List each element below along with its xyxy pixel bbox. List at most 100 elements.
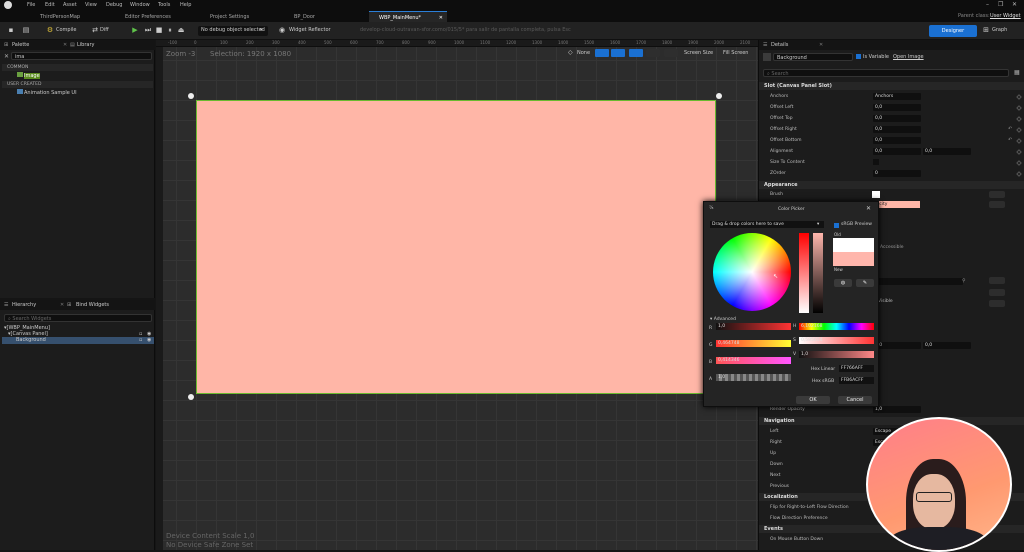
alignment-x-field[interactable]: 0,0 [873,148,921,155]
menu-edit[interactable]: Edit [45,2,55,8]
fill-screen-dropdown[interactable]: Fill Screen [723,50,748,56]
anchor-handle-bottom-left[interactable] [188,394,194,400]
saturation-slider[interactable] [799,233,809,313]
eyedropper-icon[interactable]: ✎ [856,279,874,287]
tab-bind-widgets[interactable]: Bind Widgets [76,302,109,308]
keyframe-icon[interactable] [1016,116,1022,122]
size-to-content-checkbox[interactable] [873,159,879,165]
open-image-link[interactable]: Open Image [893,54,924,60]
tab-wbp-mainmenu[interactable]: WBP_MainMenu* ✕ [369,11,447,22]
g-field[interactable]: 0,464748 [716,340,791,347]
screen-size-dropdown[interactable]: Screen Size [684,50,713,56]
menu-file[interactable]: File [27,2,35,8]
lock-icon[interactable]: ▫ [139,337,142,343]
binding-button[interactable] [989,277,1005,284]
h-field[interactable]: 6,102168 [799,323,874,330]
close-tab-icon[interactable]: ✕ [439,15,443,21]
widget-reflector-icon[interactable]: ◉ [278,26,286,34]
details-search-input[interactable]: ⌕ Search [763,69,1009,77]
tab-thirdpersonmap[interactable]: ThirdPersonMap [30,11,84,22]
menu-window[interactable]: Window [130,2,150,8]
anchor-handle-top-left[interactable] [188,93,194,99]
step-icon[interactable]: ⏭ [144,26,152,34]
binding-button[interactable] [989,300,1005,307]
hierarchy-search-input[interactable]: ⌕ Search Widgets [4,314,152,322]
designer-button[interactable]: Designer [929,25,977,37]
stop-icon[interactable]: ■ [155,26,163,34]
unreal-logo-icon[interactable] [4,1,12,9]
hex-srgb-field[interactable]: FFB6ACFF [839,377,874,384]
menu-tools[interactable]: Tools [158,2,170,8]
saved-colors-dropdown[interactable]: Drag & drop colors here to save ▾ [710,221,824,228]
cancel-button[interactable]: Cancel [838,396,872,404]
tab-hierarchy[interactable]: Hierarchy [12,302,36,308]
keyframe-icon[interactable] [1016,149,1022,155]
compile-button[interactable]: Compile [56,27,76,33]
menu-help[interactable]: Help [180,2,191,8]
reset-icon[interactable]: ↶ [1008,137,1012,143]
keyframe-icon[interactable] [1016,105,1022,111]
property-matrix-icon[interactable]: ▦ [1014,69,1020,76]
menu-asset[interactable]: Asset [63,2,77,8]
srgb-preview-checkbox[interactable] [834,223,839,228]
tab-library[interactable]: Library [77,42,94,48]
zorder-field[interactable]: 0 [873,170,921,177]
pause-icon[interactable]: ⏸ [166,26,174,34]
alignment-y-field[interactable]: 0,0 [923,148,971,155]
eject-icon[interactable]: ⏏ [177,26,185,34]
reset-icon[interactable]: ↶ [1008,126,1012,132]
clear-search-icon[interactable]: ✕ [4,53,9,60]
section-common[interactable]: COMMON [2,64,153,71]
maximize-icon[interactable]: ❐ [998,1,1003,8]
row-b-field[interactable]: 0,0 [923,342,971,349]
tree-item-background[interactable]: Background ▫ ◉ [2,337,154,344]
is-variable-checkbox[interactable] [856,54,861,59]
tab-project-settings[interactable]: Project Settings [200,11,253,22]
section-user-created[interactable]: USER CREATED [2,81,153,88]
close-icon[interactable]: ✕ [60,302,64,308]
save-icon[interactable]: ▪ [7,26,15,34]
v-field[interactable]: 1,0 [799,351,874,358]
binding-button[interactable] [989,289,1005,296]
offset-top-field[interactable]: 0,0 [873,115,921,122]
offset-bottom-field[interactable]: 0,0 [873,137,921,144]
canvas-background-image[interactable] [196,100,716,394]
parent-class-link[interactable]: User Widget [990,13,1021,19]
snap-value-button[interactable] [629,49,643,57]
tab-palette[interactable]: Palette [12,42,29,48]
tab-details[interactable]: Details [771,42,788,48]
palette-search-input[interactable]: ima [11,52,152,60]
tab-bp-door[interactable]: BP_Door [284,11,319,22]
keyframe-icon[interactable] [1016,160,1022,166]
widget-name-input[interactable]: Background [773,53,853,61]
diff-button[interactable]: Diff [100,27,109,33]
palette-item-animation-sample[interactable]: Animation Sample UI [17,89,77,96]
color-theme-button[interactable]: ◍ [834,279,852,287]
close-icon[interactable]: ✕ [63,42,67,48]
link-icon[interactable]: ⚲ [962,278,966,284]
lock-toggle-button[interactable] [595,49,609,57]
accessible-value[interactable]: Accessible [880,245,904,250]
partial-field[interactable] [873,278,963,285]
visible-value[interactable]: Visible [878,299,893,304]
r-field[interactable]: 1,0 [716,323,791,330]
compile-icon[interactable]: ⚙ [46,26,54,34]
brush-link-button[interactable] [989,191,1005,198]
color-binding-button[interactable] [989,201,1005,208]
close-window-icon[interactable]: ✕ [1012,1,1017,8]
graph-button[interactable]: Graph [992,27,1007,33]
advanced-toggle[interactable]: ▾ Advanced [710,317,736,322]
row-a-field[interactable]: 0,0 [873,342,921,349]
b-field[interactable]: 0,414346 [716,357,791,364]
render-opacity-field[interactable]: 1,0 [873,406,921,413]
keyframe-icon[interactable] [1016,127,1022,133]
value-slider[interactable] [813,233,823,313]
a-field[interactable]: 1,0 [716,374,791,381]
widget-reflector-button[interactable]: Widget Reflector [289,27,331,33]
close-dialog-icon[interactable]: ✕ [866,205,871,212]
grid-snap-button[interactable] [611,49,625,57]
on-mouse-down-label[interactable]: On Mouse Button Down [770,537,823,542]
keyframe-icon[interactable] [1016,138,1022,144]
keyframe-icon[interactable] [1016,94,1022,100]
section-navigation[interactable]: Navigation [759,417,1024,425]
